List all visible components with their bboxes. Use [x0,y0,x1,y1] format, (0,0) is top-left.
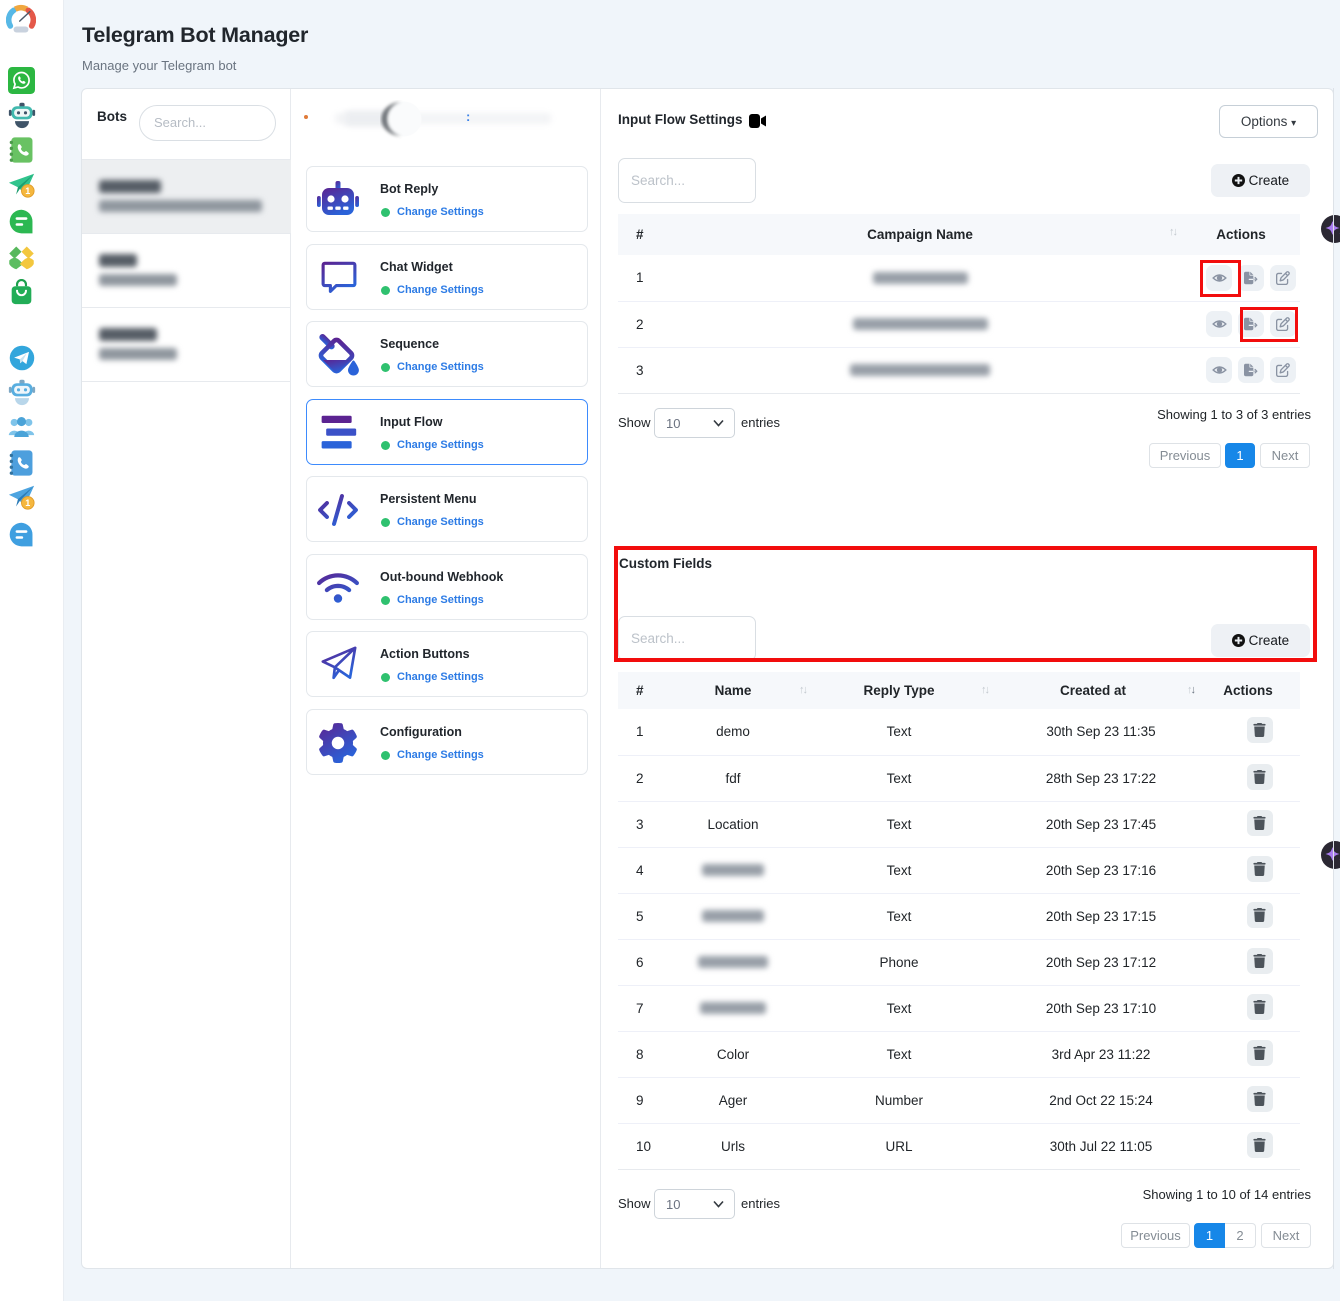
svg-text:1: 1 [25,186,30,196]
svg-text:1: 1 [25,498,30,508]
